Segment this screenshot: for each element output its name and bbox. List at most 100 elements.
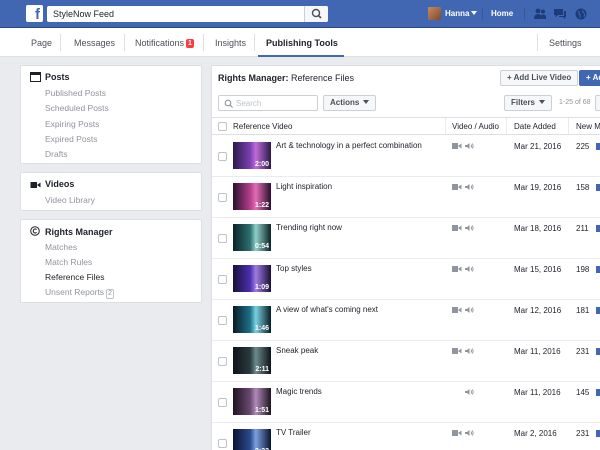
tab-settings[interactable]: Settings: [549, 38, 582, 48]
sidebar-item-published-posts[interactable]: Published Posts: [45, 88, 106, 98]
row-checkbox[interactable]: [218, 275, 227, 284]
video-duration: 0:54: [254, 243, 269, 250]
row-checkbox[interactable]: [218, 357, 227, 366]
calendar-icon: [30, 72, 41, 82]
video-thumbnail[interactable]: 2:11: [233, 347, 271, 374]
row-checkbox[interactable]: [218, 152, 227, 161]
sidebar-item-expiring-posts[interactable]: Expiring Posts: [45, 119, 99, 129]
column-date-added[interactable]: Date Added: [514, 122, 556, 131]
rights-manager-title: Rights Manager: [45, 227, 113, 237]
video-thumbnail[interactable]: 1:22: [233, 183, 271, 210]
new-matches-count: 198: [576, 265, 590, 274]
avatar[interactable]: [428, 7, 441, 20]
row-checkbox[interactable]: [218, 439, 227, 448]
table-row[interactable]: 2:00 Art & technology in a perfect combin…: [212, 136, 600, 177]
rights-manager-panel: Rights Manager Matches Match Rules Refer…: [20, 219, 202, 303]
user-name-link[interactable]: Hanna: [445, 9, 469, 18]
actions-dropdown[interactable]: Actions: [323, 95, 377, 111]
search-button[interactable]: [304, 6, 328, 22]
sidebar-item-drafts[interactable]: Drafts: [45, 149, 68, 159]
date-added: Mar 21, 2016: [514, 142, 562, 151]
sidebar-item-matches[interactable]: Matches: [45, 242, 77, 252]
video-title-link[interactable]: Art & technology in a perfect combinatio…: [276, 141, 422, 150]
tab-publishing-tools[interactable]: Publishing Tools: [266, 38, 338, 48]
tab-insights[interactable]: Insights: [215, 38, 246, 48]
column-reference-video[interactable]: Reference Video: [233, 122, 292, 131]
posts-panel: Posts Published Posts Scheduled Posts Ex…: [20, 65, 202, 164]
new-matches-count: 211: [576, 224, 589, 233]
posts-title: Posts: [45, 72, 70, 82]
home-link[interactable]: Home: [491, 9, 513, 18]
table-row[interactable]: 1:51 Magic trends Mar 11, 2016 145: [212, 382, 600, 423]
search-input[interactable]: StyleNow Feed: [47, 6, 328, 22]
row-checkbox[interactable]: [218, 398, 227, 407]
sidebar-item-scheduled-posts[interactable]: Scheduled Posts: [45, 103, 109, 113]
friends-icon[interactable]: [533, 7, 547, 21]
table-row[interactable]: 0:54 Trending right now Mar 18, 2016 211: [212, 218, 600, 259]
table-row[interactable]: 1:09 Top styles Mar 15, 2016 198: [212, 259, 600, 300]
facebook-logo-icon[interactable]: f: [26, 5, 43, 22]
unsent-count-badge: 2: [106, 289, 114, 299]
tab-messages[interactable]: Messages: [74, 38, 115, 48]
pagination-count: 1-25 of 68: [559, 99, 591, 106]
sidebar-item-match-rules[interactable]: Match Rules: [45, 257, 92, 267]
row-checkbox[interactable]: [218, 234, 227, 243]
add-live-video-button[interactable]: + Add Live Video: [500, 70, 579, 86]
video-thumbnail[interactable]: 1:51: [233, 388, 271, 415]
audio-icon: [465, 143, 474, 149]
divider: [203, 34, 204, 51]
sidebar-item-expired-posts[interactable]: Expired Posts: [45, 134, 97, 144]
table-row[interactable]: 1:46 A view of what's coming next Mar 12, …: [212, 300, 600, 341]
chevron-down-icon: [539, 100, 546, 104]
column-new-matches[interactable]: New M: [576, 122, 600, 131]
new-matches-count: 231: [576, 347, 590, 356]
table-header: Reference Video Video / Audio Date Added…: [212, 117, 600, 135]
video-title-link[interactable]: Sneak peak: [276, 346, 318, 355]
messages-icon[interactable]: [553, 7, 567, 21]
video-title-link[interactable]: Light inspiration: [276, 182, 332, 191]
select-all-checkbox[interactable]: [218, 122, 227, 131]
filters-dropdown[interactable]: Filters: [504, 95, 553, 111]
video-title-link[interactable]: Magic trends: [276, 387, 322, 396]
notification-badge: 1: [186, 39, 194, 48]
divider: [506, 118, 507, 134]
chevron-down-icon[interactable]: [471, 11, 477, 15]
table-row[interactable]: 1:22 Light inspiration Mar 19, 2016 158: [212, 177, 600, 218]
top-bar: f StyleNow Feed Hanna Home: [0, 0, 600, 28]
new-matches-count: 181: [576, 306, 590, 315]
video-duration: 1:09: [254, 284, 269, 291]
search-placeholder: Search: [236, 99, 262, 108]
table-row[interactable]: 2:11 Sneak peak Mar 11, 2016 231: [212, 341, 600, 382]
row-checkbox[interactable]: [218, 193, 227, 202]
column-video-audio[interactable]: Video / Audio: [452, 122, 499, 131]
videos-panel: Videos Video Library: [20, 172, 202, 211]
video-thumbnail[interactable]: 1:46: [233, 306, 271, 333]
search-input[interactable]: Search: [218, 95, 318, 111]
sidebar-item-reference-files[interactable]: Reference Files: [45, 272, 105, 282]
video-thumbnail[interactable]: 2:00: [233, 142, 271, 169]
page-nav: Page Messages Notifications 1 Insights Pu…: [0, 28, 600, 57]
video-title-link[interactable]: A view of what's coming next: [276, 305, 378, 314]
globe-icon[interactable]: [574, 7, 588, 21]
video-title-link[interactable]: Top styles: [276, 264, 312, 273]
video-thumbnail[interactable]: 0:32: [233, 429, 271, 450]
sidebar-item-video-library[interactable]: Video Library: [45, 195, 95, 205]
divider: [524, 8, 525, 20]
video-thumbnail[interactable]: 0:54: [233, 224, 271, 251]
table-row[interactable]: 0:32 TV Trailer Mar 2, 2016 231: [212, 423, 600, 450]
pagination-button[interactable]: [595, 95, 600, 111]
video-thumbnail[interactable]: 1:09: [233, 265, 271, 292]
video-title-link[interactable]: Trending right now: [276, 223, 342, 232]
new-matches-count: 225: [576, 142, 590, 151]
matches-indicator: [596, 266, 600, 273]
sidebar-item-unsent-reports[interactable]: Unsent Reports 2: [45, 287, 114, 299]
active-tab-indicator: [258, 55, 344, 57]
tab-notifications[interactable]: Notifications 1: [135, 38, 194, 48]
video-icon: [452, 430, 462, 436]
tab-page[interactable]: Page: [31, 38, 52, 48]
row-checkbox[interactable]: [218, 316, 227, 325]
video-title-link[interactable]: TV Trailer: [276, 428, 311, 437]
video-camera-icon: [30, 182, 41, 188]
divider: [482, 8, 483, 20]
add-button[interactable]: + Ad: [579, 70, 600, 86]
